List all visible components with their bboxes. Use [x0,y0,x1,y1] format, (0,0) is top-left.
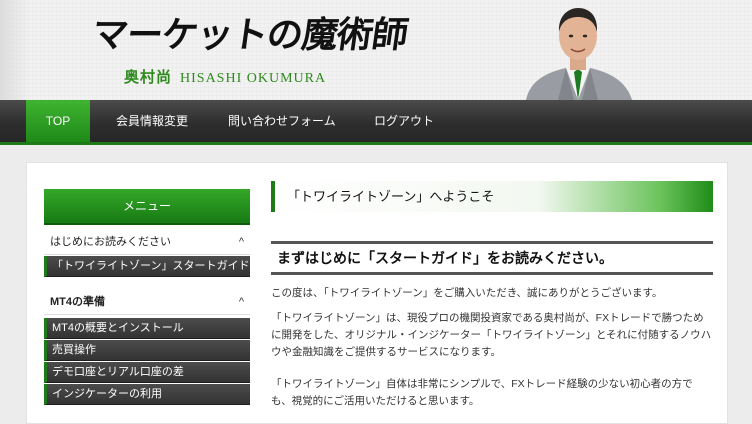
content-card: メニュー はじめにお読みください ^ 「トワイライトゾーン」スタートガイド MT… [26,162,728,424]
nav-member-info[interactable]: 会員情報変更 [116,100,188,142]
site-logo-author: 奥村尚 HISASHI OKUMURA [124,66,326,87]
sidebar-item-start-guide[interactable]: 「トワイライトゾーン」スタートガイド [44,256,250,277]
welcome-banner: 「トワイライトゾーン」へようこそ [271,181,713,212]
header-shade [0,0,30,100]
main-navbar: TOP 会員情報変更 問い合わせフォーム ログアウト [0,100,752,145]
sidebar-item-indicator[interactable]: インジケーターの利用 [44,384,250,405]
intro-paragraph-1: この度は、「トワイライトゾーン」をご購入いただき、誠にありがとうございます。 [271,287,663,299]
intro-paragraph-2: 「トワイライトゾーン」は、現役プロの機関投資家である奥村尚が、FXトレードで勝つ… [271,312,712,358]
sidebar-item-demo-vs-real[interactable]: デモ口座とリアル口座の差 [44,362,250,383]
start-guide-heading: まずはじめに「スタートガイド」をお読みください。 [271,241,713,275]
caret-up-icon[interactable]: ^ [239,289,244,315]
author-portrait [526,8,632,100]
sidebar-group-mt4[interactable]: MT4の準備 ^ [44,289,250,315]
author-name-jp: 奥村尚 [124,70,173,86]
nav-logout[interactable]: ログアウト [374,100,434,142]
intro-paragraph-3: 「トワイライトゾーン」自体は非常にシンプルで、FXトレード経験の少ない初心者の方… [271,378,693,407]
site-logo-title[interactable]: マーケットの魔術師 [88,10,410,60]
sidebar-group-intro[interactable]: はじめにお読みください ^ [44,229,250,255]
sidebar-item-mt4-install[interactable]: MT4の概要とインストール [44,318,250,339]
sidebar-group-label: はじめにお読みください [50,236,171,248]
sidebar-item-trading[interactable]: 売買操作 [44,340,250,361]
nav-contact-form[interactable]: 問い合わせフォーム [228,100,336,142]
nav-top[interactable]: TOP [26,100,90,142]
site-header: マーケットの魔術師 奥村尚 HISASHI OKUMURA [0,0,752,100]
sidebar-group-label: MT4の準備 [50,296,105,308]
caret-up-icon[interactable]: ^ [239,229,244,255]
author-name-en: HISASHI OKUMURA [180,71,327,86]
sidebar-menu-title: メニュー [44,189,250,225]
